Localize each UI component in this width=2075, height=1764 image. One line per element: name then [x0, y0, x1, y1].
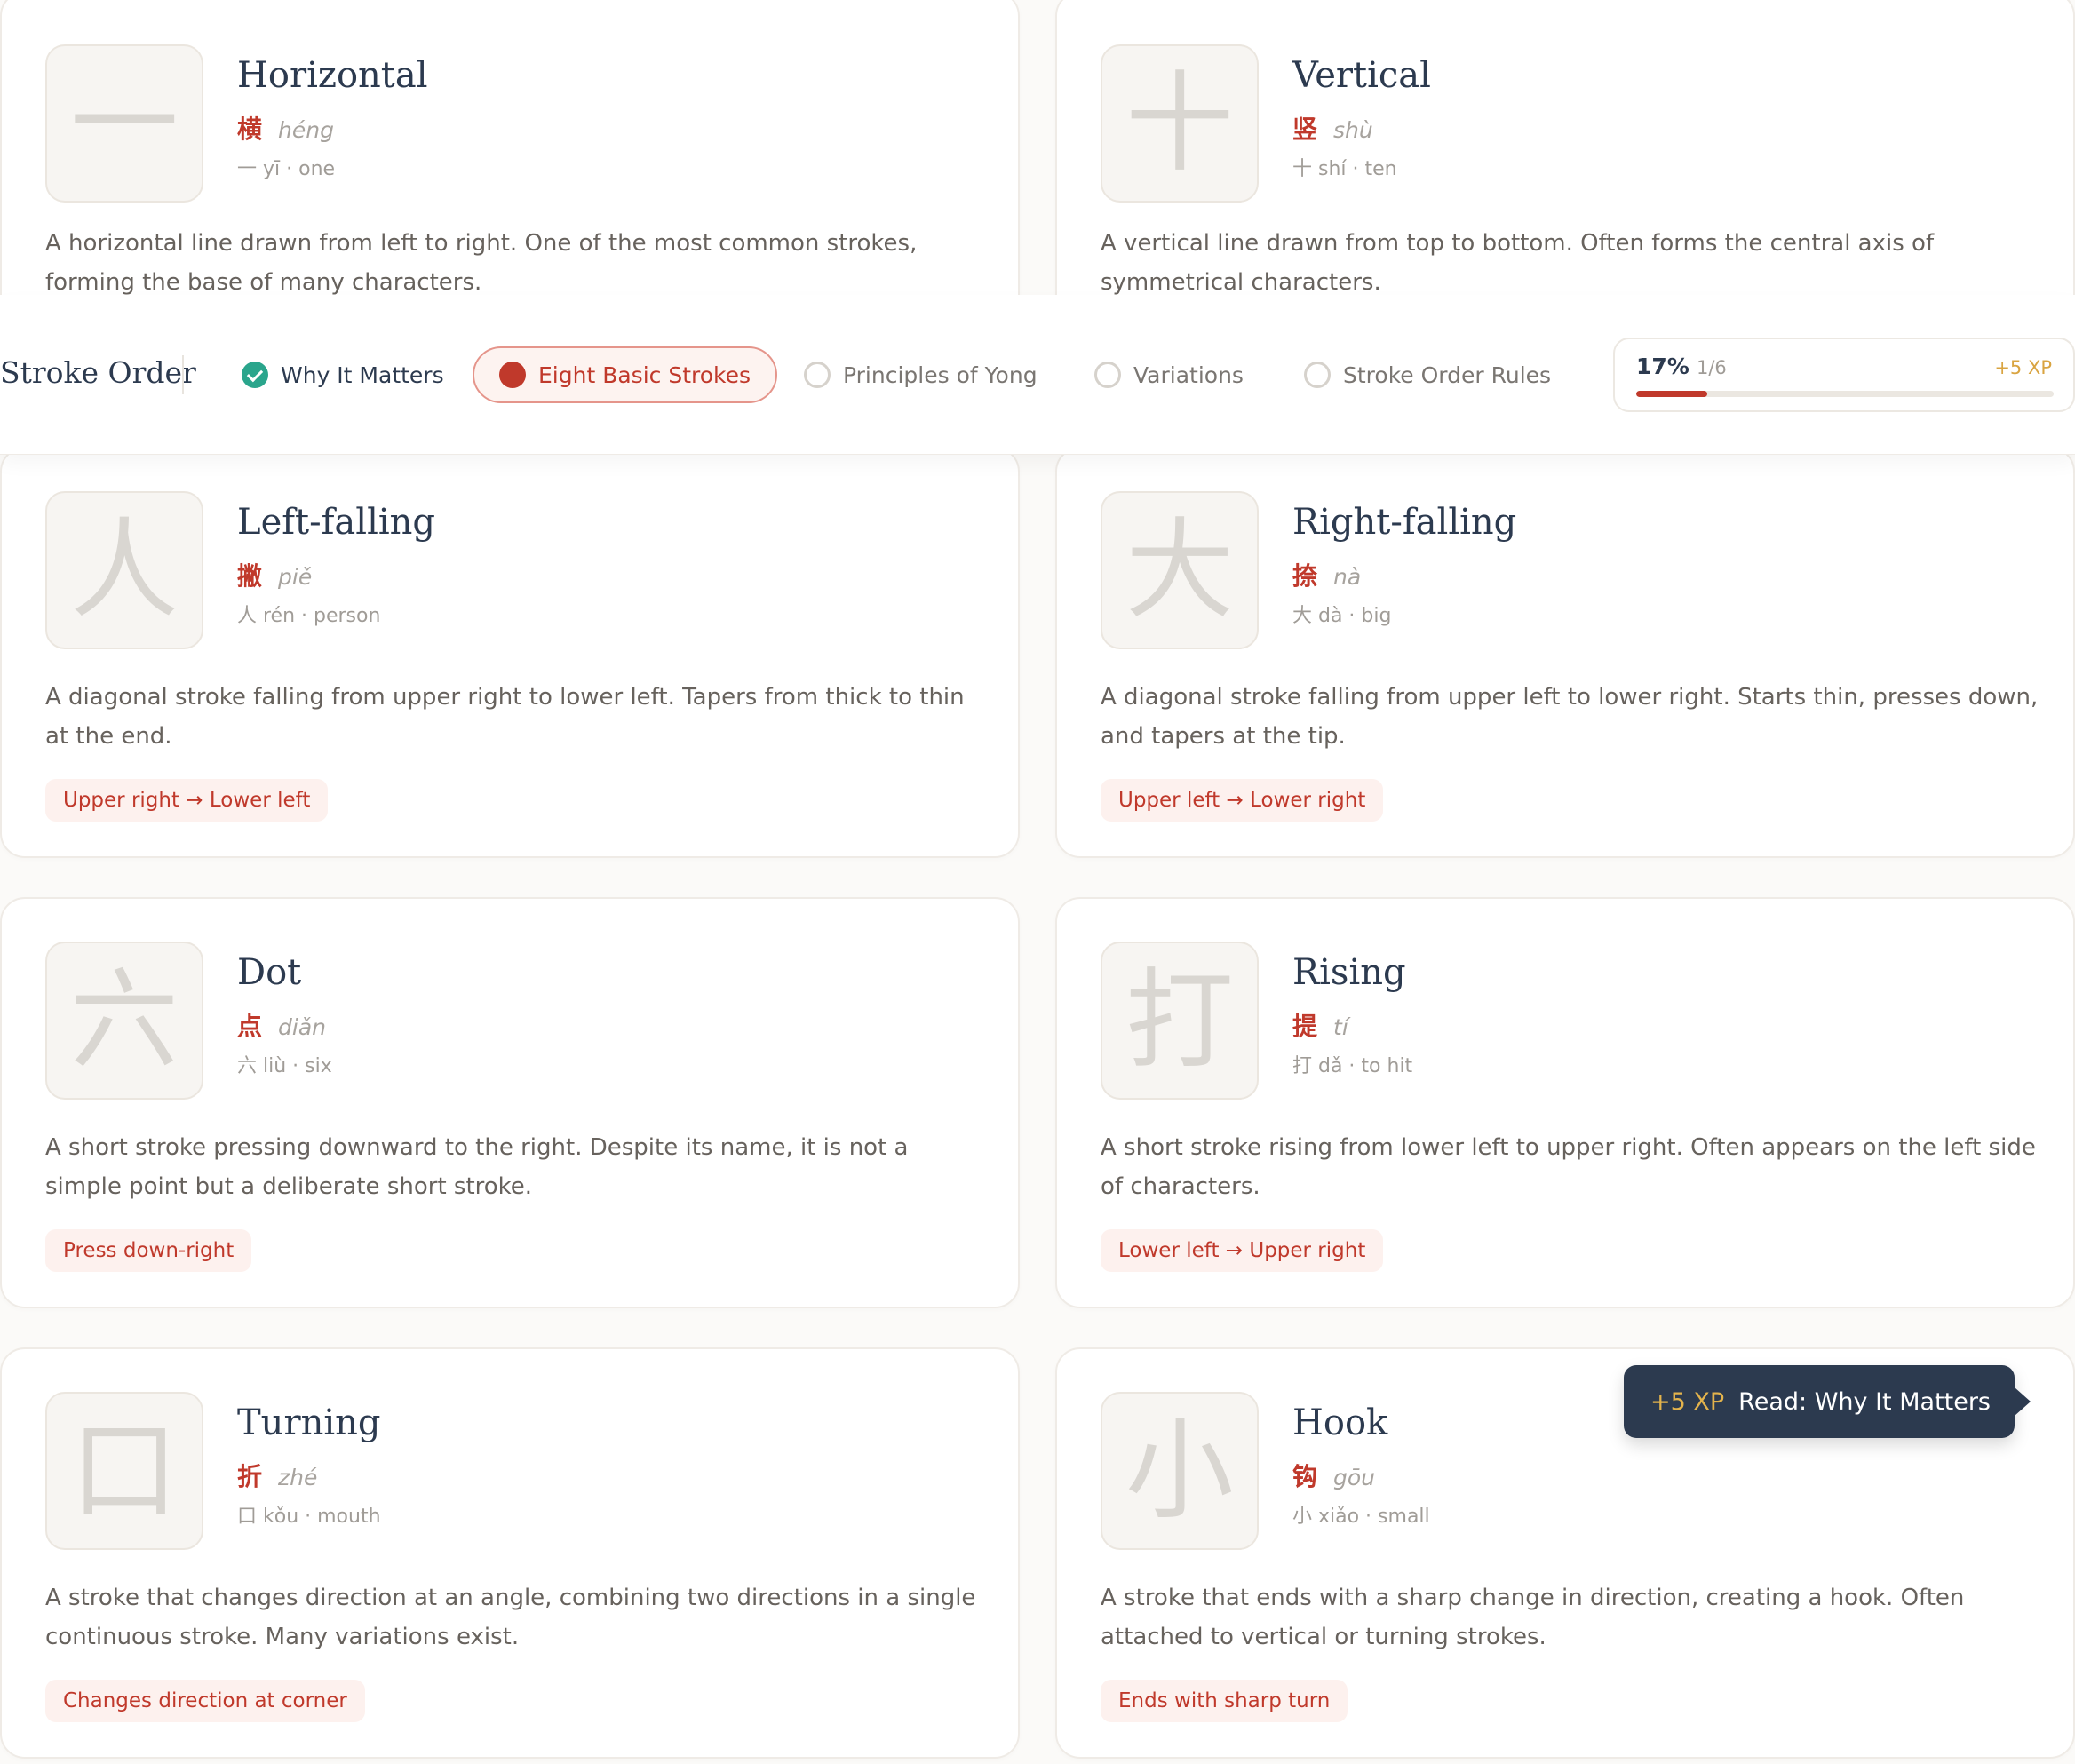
progress-count: 1/6 [1697, 357, 1727, 378]
stroke-hanzi: 钩 [1292, 1462, 1318, 1491]
nav-step-label: Principles of Yong [843, 362, 1038, 388]
lesson-title: Stroke Order [0, 355, 196, 390]
stroke-pinyin: nà [1333, 564, 1362, 590]
stroke-hanzi: 点 [237, 1012, 263, 1041]
stroke-name: Rising [1292, 952, 1406, 993]
nav-step-why-it-matters[interactable]: Why It Matters [242, 346, 444, 403]
example-character: 一 yī · one [237, 158, 336, 180]
nav-divider [182, 355, 184, 394]
xp-toast: +5 XP Read: Why It Matters [1624, 1365, 2031, 1438]
stroke-name: Right-falling [1292, 502, 1517, 543]
stroke-chinese-name: 折 zhé [237, 1458, 317, 1493]
stroke-name: Horizontal [237, 55, 428, 96]
nav-step-variations[interactable]: Variations [1094, 346, 1244, 403]
example-character: 六 liù · six [237, 1055, 332, 1077]
stroke-glyph: 六 [45, 942, 203, 1100]
stroke-glyph: 小 [1101, 1392, 1259, 1550]
stroke-hanzi: 提 [1292, 1012, 1318, 1041]
empty-circle-icon [1094, 362, 1121, 388]
stroke-name: Turning [237, 1402, 381, 1443]
example-character: 十 shí · ten [1292, 158, 1397, 180]
direction-tag: Upper left → Lower right [1101, 779, 1384, 822]
stroke-card-turning: 口 Turning 折 zhé 口 kǒu · mouth A stroke th… [0, 1347, 1020, 1759]
stroke-hanzi: 横 [237, 115, 263, 144]
stroke-chinese-name: 钩 gōu [1292, 1458, 1375, 1493]
stroke-card-rising: 打 Rising 提 tí 打 dǎ · to hit A short strok… [1055, 897, 2075, 1308]
stroke-pinyin: gōu [1333, 1465, 1376, 1490]
progress-bar-fill [1636, 391, 1707, 397]
stroke-chinese-name: 提 tí [1292, 1007, 1348, 1043]
stroke-description: A short stroke pressing downward to the … [45, 1134, 909, 1200]
example-character: 打 dǎ · to hit [1292, 1055, 1413, 1077]
stroke-chinese-name: 点 diǎn [237, 1007, 326, 1043]
nav-step-stroke-order-rules[interactable]: Stroke Order Rules [1304, 346, 1551, 403]
stroke-name: Left-falling [237, 502, 436, 543]
example-character: 人 rén · person [237, 605, 381, 627]
stroke-description: A short stroke rising from lower left to… [1101, 1134, 2036, 1200]
empty-circle-icon [1304, 362, 1331, 388]
example-character: 大 dà · big [1292, 605, 1392, 627]
stroke-description: A diagonal stroke falling from upper rig… [45, 684, 965, 750]
stroke-glyph: 打 [1101, 942, 1259, 1100]
stroke-description: A stroke that changes direction at an an… [45, 1585, 976, 1650]
stroke-chinese-name: 竖 shù [1292, 110, 1373, 146]
lesson-nav-bar: Stroke Order Why It Matters Eight Basic … [0, 295, 2075, 455]
stroke-pinyin: shù [1333, 117, 1373, 143]
stroke-pinyin: tí [1333, 1014, 1348, 1040]
stroke-card-dot: 六 Dot 点 diǎn 六 liù · six A short stroke p… [0, 897, 1020, 1308]
stroke-hanzi: 撇 [237, 561, 263, 591]
stroke-pinyin: zhé [278, 1465, 318, 1490]
xp-badge: +5 XP [1994, 357, 2052, 378]
stroke-card-left-falling: 人 Left-falling 撇 piě 人 rén · person A dia… [0, 447, 1020, 858]
example-character: 口 kǒu · mouth [237, 1506, 381, 1528]
nav-step-eight-basic-strokes[interactable]: Eight Basic Strokes [473, 346, 778, 403]
stroke-glyph: 十 [1101, 44, 1259, 203]
toast-message: Read: Why It Matters [1738, 1387, 1991, 1416]
stroke-hanzi: 捺 [1292, 561, 1318, 591]
empty-circle-icon [804, 362, 831, 388]
stroke-description: A horizontal line drawn from left to rig… [45, 230, 918, 296]
progress-panel: 17% 1/6 +5 XP [1613, 338, 2075, 412]
direction-tag: Press down-right [45, 1229, 252, 1272]
stroke-name: Vertical [1292, 55, 1431, 96]
stroke-glyph: 人 [45, 491, 203, 649]
progress-percent: 17% [1636, 354, 1689, 379]
direction-tag: Upper right → Lower left [45, 779, 329, 822]
check-circle-icon [242, 362, 268, 388]
stroke-hanzi: 折 [237, 1462, 263, 1491]
stroke-glyph: 一 [45, 44, 203, 203]
stroke-chinese-name: 捺 nà [1292, 557, 1361, 592]
active-dot-icon [499, 362, 526, 388]
direction-tag: Changes direction at corner [45, 1680, 365, 1722]
stroke-hanzi: 竖 [1292, 115, 1318, 144]
stroke-glyph: 口 [45, 1392, 203, 1550]
direction-tag: Ends with sharp turn [1101, 1680, 1348, 1722]
stroke-pinyin: héng [278, 117, 334, 143]
progress-bar [1636, 391, 2054, 397]
stroke-pinyin: diǎn [278, 1014, 326, 1040]
stroke-chinese-name: 撇 piě [237, 557, 312, 592]
stroke-glyph: 大 [1101, 491, 1259, 649]
nav-step-label: Why It Matters [281, 362, 444, 388]
stroke-description: A diagonal stroke falling from upper lef… [1101, 684, 2039, 750]
nav-step-principles-of-yong[interactable]: Principles of Yong [804, 346, 1038, 403]
toast-xp: +5 XP [1650, 1387, 1725, 1416]
nav-step-label: Variations [1133, 362, 1244, 388]
stroke-description: A stroke that ends with a sharp change i… [1101, 1585, 1965, 1650]
nav-step-label: Eight Basic Strokes [538, 362, 751, 388]
example-character: 小 xiǎo · small [1292, 1506, 1430, 1528]
stroke-card-right-falling: 大 Right-falling 捺 nà 大 dà · big A diagona… [1055, 447, 2075, 858]
direction-tag: Lower left → Upper right [1101, 1229, 1384, 1272]
stroke-name: Dot [237, 952, 302, 993]
stroke-pinyin: piě [278, 564, 313, 590]
stroke-chinese-name: 横 héng [237, 110, 334, 146]
stroke-name: Hook [1292, 1402, 1388, 1443]
stroke-card-grid: 一 Horizontal 横 héng 一 yī · one A horizont… [0, 0, 2075, 1764]
stroke-description: A vertical line drawn from top to bottom… [1101, 230, 1935, 296]
nav-step-label: Stroke Order Rules [1343, 362, 1552, 388]
